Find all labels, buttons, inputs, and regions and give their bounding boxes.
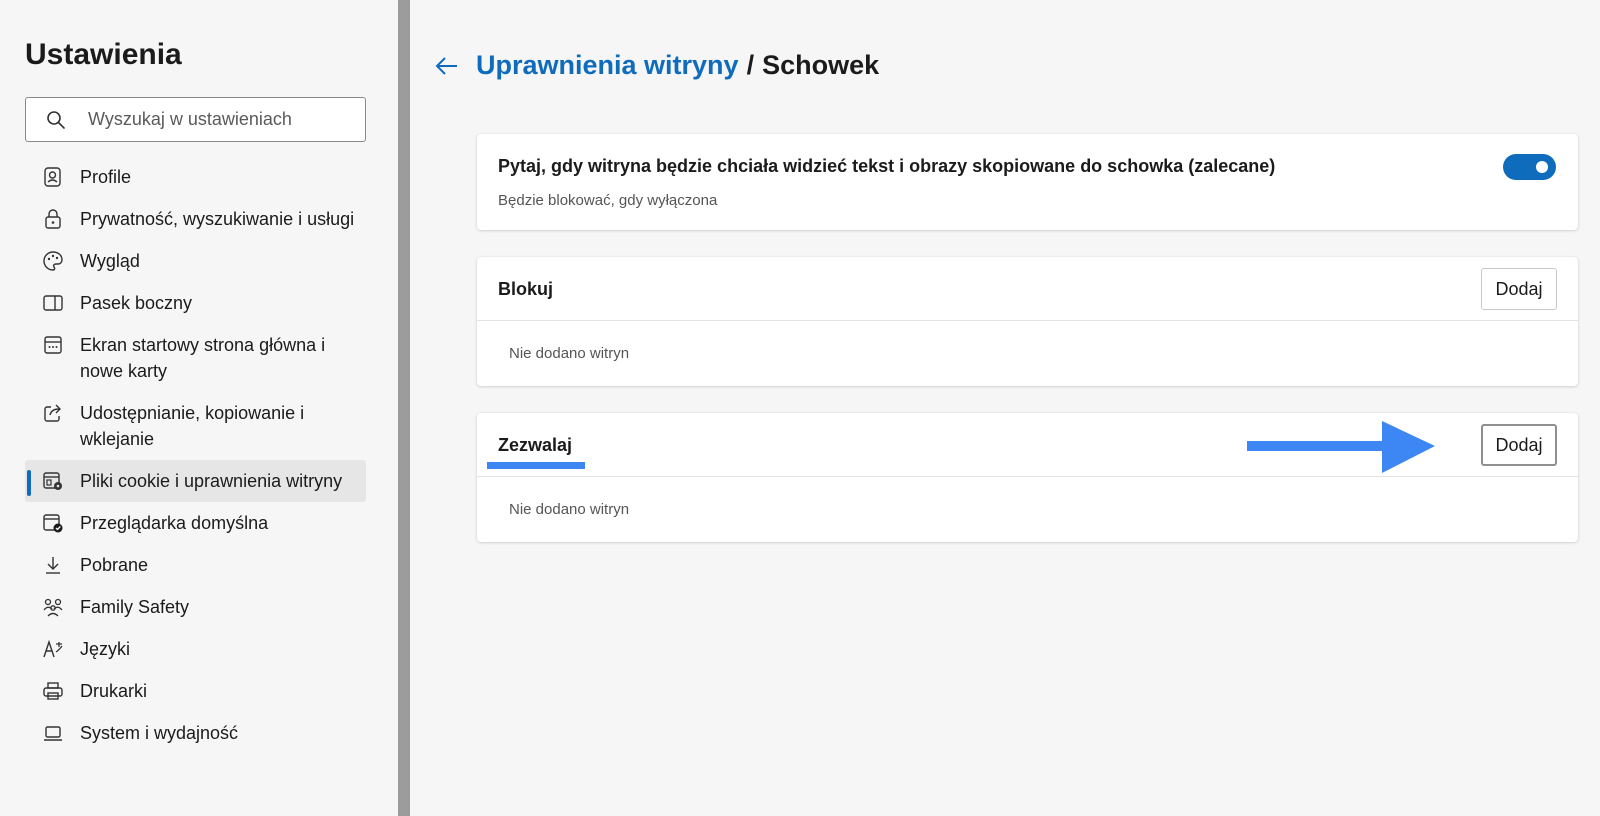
sidebar-icon — [43, 295, 63, 311]
breadcrumb: Uprawnienia witryny / Schowek — [434, 50, 879, 81]
sidebar-item-privacy[interactable]: Prywatność, wyszukiwanie i usługi — [25, 198, 366, 240]
sidebar-item-label: Prywatność, wyszukiwanie i usługi — [80, 209, 355, 229]
sidebar-item-label: Przeglądarka domyślna — [80, 513, 269, 533]
page-title: Schowek — [762, 50, 880, 80]
sidebar-item-label: Pobrane — [80, 555, 149, 575]
sidebar-item-family-safety[interactable]: Family Safety — [25, 586, 366, 628]
laptop-icon — [44, 726, 62, 741]
language-icon — [43, 639, 63, 658]
sidebar-item-label: Profile — [80, 167, 132, 187]
sidebar-item-label: Family Safety — [80, 597, 190, 617]
family-icon — [43, 598, 63, 617]
ask-clipboard-subtitle: Będzie blokować, gdy wyłączona — [498, 192, 718, 209]
ask-clipboard-card: Pytaj, gdy witryna będzie chciała widzie… — [477, 134, 1578, 230]
breadcrumb-separator: / — [746, 50, 755, 80]
share-icon — [44, 404, 61, 422]
settings-sidebar: Ustawienia Profile Prywatność, wyszukiwa… — [0, 0, 398, 816]
ask-clipboard-toggle[interactable] — [1503, 154, 1556, 180]
palette-icon — [43, 251, 63, 271]
search-icon — [47, 110, 65, 129]
allow-card: Zezwalaj Dodaj Nie dodano witryn — [477, 413, 1578, 542]
settings-title: Ustawienia — [25, 38, 182, 71]
sidebar-item-cookies[interactable]: Pliki cookie i uprawnienia witryny — [25, 460, 366, 502]
block-empty-text: Nie dodano witryn — [509, 345, 630, 362]
main-content: Uprawnienia witryny / Schowek Pytaj, gdy… — [410, 0, 1600, 816]
sidebar-item-label: System i wydajność — [80, 723, 239, 743]
back-arrow-icon[interactable] — [434, 53, 460, 79]
block-card-header: Blokuj Dodaj — [477, 257, 1578, 321]
sidebar-item-sidebar[interactable]: Pasek boczny — [25, 282, 366, 324]
sidebar-item-appearance[interactable]: Wygląd — [25, 240, 366, 282]
allow-add-button[interactable]: Dodaj — [1481, 424, 1557, 466]
block-card: Blokuj Dodaj Nie dodano witryn — [477, 257, 1578, 386]
sidebar-item-start-page[interactable]: Ekran startowy strona główna i nowe kart… — [25, 324, 366, 392]
breadcrumb-link-site-permissions[interactable]: Uprawnienia witryny — [476, 50, 739, 81]
sidebar-item-share[interactable]: Udostępnianie, kopiowanie i wklejanie — [25, 392, 366, 460]
sidebar-item-label: Wygląd — [80, 251, 140, 271]
printer-icon — [43, 682, 63, 700]
download-icon — [46, 557, 60, 574]
sidebar-item-languages[interactable]: Języki — [25, 628, 366, 670]
settings-nav: Profile Prywatność, wyszukiwanie i usług… — [25, 156, 366, 754]
default-browser-icon — [43, 514, 63, 533]
lock-icon — [45, 209, 61, 229]
sidebar-item-printers[interactable]: Drukarki — [25, 670, 366, 712]
profile-icon — [44, 167, 61, 187]
sidebar-item-label: Ekran startowy strona główna i nowe kart… — [80, 335, 326, 381]
sidebar-item-label: Drukarki — [80, 681, 148, 701]
sidebar-item-label: Pasek boczny — [80, 293, 193, 313]
sidebar-item-label: Udostępnianie, kopiowanie i wklejanie — [80, 403, 305, 449]
allow-label: Zezwalaj — [498, 435, 573, 455]
allow-card-header: Zezwalaj Dodaj — [477, 413, 1578, 477]
annotation-underline — [487, 462, 585, 469]
sidebar-item-label: Języki — [80, 639, 131, 659]
allow-empty-text: Nie dodano witryn — [509, 501, 630, 518]
sidebar-item-downloads[interactable]: Pobrane — [25, 544, 366, 586]
toggle-knob — [1536, 161, 1548, 173]
sidebar-item-default-browser[interactable]: Przeglądarka domyślna — [25, 502, 366, 544]
block-label: Blokuj — [498, 279, 554, 299]
search-input[interactable] — [88, 109, 338, 130]
ask-clipboard-title: Pytaj, gdy witryna będzie chciała widzie… — [498, 156, 1276, 176]
pane-divider[interactable] — [398, 0, 410, 816]
block-add-button[interactable]: Dodaj — [1481, 268, 1557, 310]
cookie-settings-icon — [43, 472, 62, 490]
home-grid-icon — [44, 336, 62, 354]
sidebar-item-profile[interactable]: Profile — [25, 156, 366, 198]
annotation-arrow-icon — [1247, 421, 1435, 473]
sidebar-item-system[interactable]: System i wydajność — [25, 712, 366, 754]
search-box[interactable] — [25, 97, 366, 142]
sidebar-item-label: Pliki cookie i uprawnienia witryny — [80, 471, 343, 491]
